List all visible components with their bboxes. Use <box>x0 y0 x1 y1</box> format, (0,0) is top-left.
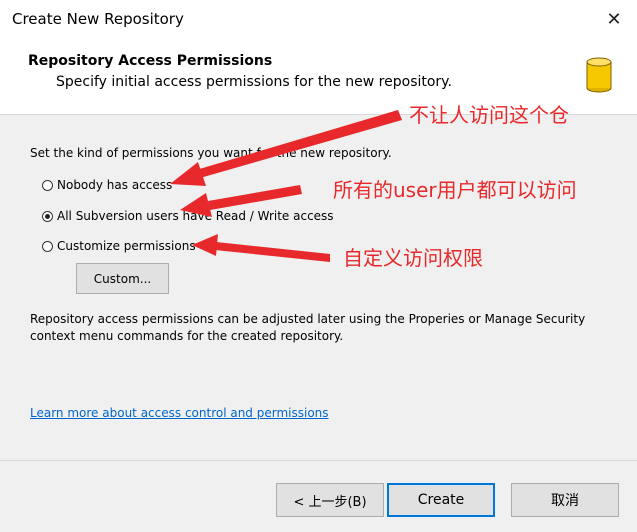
permissions-note: Repository access permissions can be adj… <box>30 312 586 343</box>
wizard-body: Set the kind of permissions you want for… <box>0 116 637 460</box>
title-bar: Create New Repository ✕ <box>0 0 637 38</box>
dialog-window: Create New Repository ✕ Repository Acces… <box>0 0 637 532</box>
custom-button[interactable]: Custom... <box>76 263 169 294</box>
learn-more-link[interactable]: Learn more about access control and perm… <box>30 406 329 420</box>
radio-button[interactable] <box>42 240 53 252</box>
radio-button[interactable] <box>42 179 53 191</box>
radio-label: Nobody has access <box>57 178 173 192</box>
radio-label: Customize permissions <box>57 239 196 253</box>
create-button[interactable]: Create <box>387 483 495 517</box>
annotation-nobody: 不让人访问这个仓 <box>409 103 569 127</box>
header-subtitle: Specify initial access permissions for t… <box>56 74 452 90</box>
back-button[interactable]: < 上一步(B) <box>276 483 384 517</box>
header-title: Repository Access Permissions <box>28 53 273 69</box>
radio-customize[interactable]: Customize permissions <box>42 239 196 253</box>
database-icon <box>586 57 612 93</box>
radio-all-users[interactable]: All Subversion users have Read / Write a… <box>42 209 334 223</box>
window-title: Create New Repository <box>12 10 184 28</box>
annotation-all-users: 所有的user用户都可以访问 <box>333 178 577 202</box>
permissions-prompt: Set the kind of permissions you want for… <box>30 146 392 160</box>
radio-nobody[interactable]: Nobody has access <box>42 178 172 192</box>
wizard-footer: < 上一步(B) Create 取消 <box>0 460 637 532</box>
radio-label: All Subversion users have Read / Write a… <box>57 209 334 223</box>
annotation-custom: 自定义访问权限 <box>343 246 483 270</box>
close-icon[interactable]: ✕ <box>591 0 637 38</box>
cancel-button[interactable]: 取消 <box>511 483 619 517</box>
radio-button-checked[interactable] <box>42 210 53 222</box>
